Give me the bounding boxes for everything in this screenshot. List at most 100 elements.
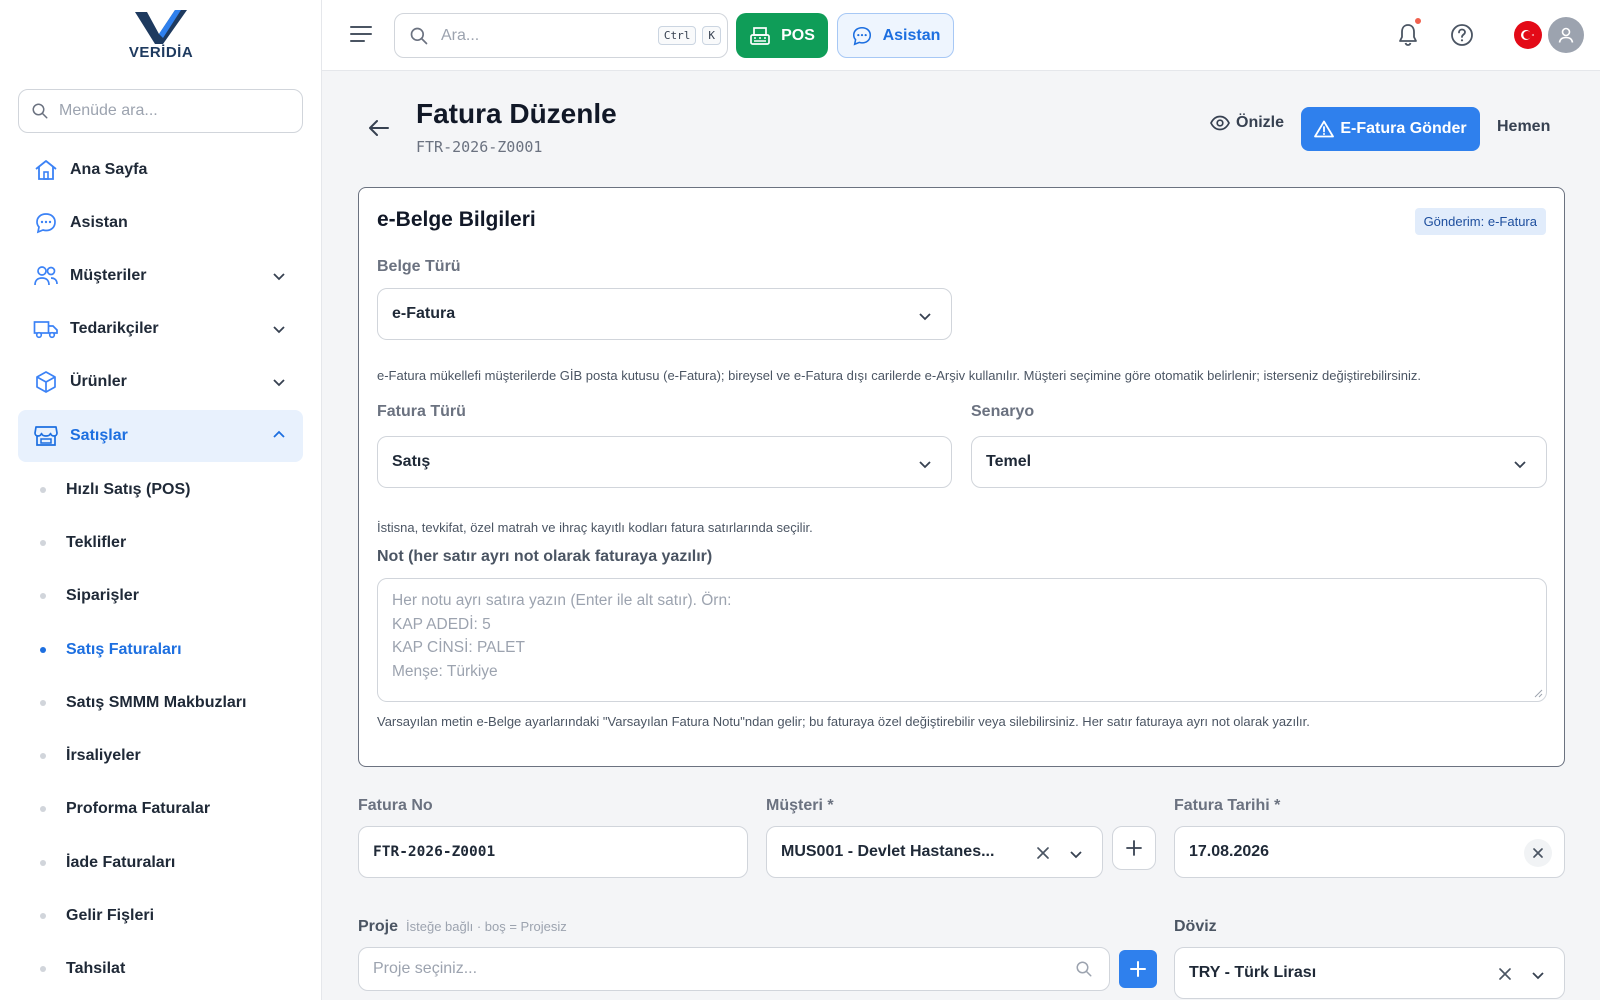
sidebar-subitem-orders[interactable]: Siparişler [40,576,303,616]
send-e-invoice-button[interactable]: E-Fatura Gönder [1301,107,1480,151]
preview-button-label: Önizle [1236,114,1285,131]
sidebar-item-suppliers[interactable]: Tedarikçiler [18,304,303,354]
chat-icon [32,211,60,235]
subitem-label: İade Faturaları [66,854,176,871]
scenario-label: Senaryo [971,403,1035,420]
notifications-button[interactable] [1393,16,1423,50]
page-title: Fatura Düzenle [416,98,617,129]
clear-date-button[interactable] [1524,839,1552,867]
topbar: Ara... Ctrl K POS Asistan [322,0,1600,71]
user-avatar[interactable] [1548,17,1584,53]
invoice-date-input[interactable]: 17.08.2026 [1174,826,1565,878]
note-placeholder-line: Her notu ayrı satıra yazın (Enter ile al… [392,592,732,609]
sidebar-subitem-smmm-receipts[interactable]: Satış SMMM Makbuzları [40,683,303,723]
chevron-down-icon [1070,851,1082,859]
sidebar-subitem-quotes[interactable]: Teklifler [40,523,303,563]
sidebar-subitem-income-slips[interactable]: Gelir Fişleri [40,896,303,936]
note-placeholder-line: Menşe: Türkiye [392,662,498,680]
add-project-button[interactable] [1119,950,1157,988]
assistant-button[interactable]: Asistan [837,13,954,58]
pos-button-label: POS [781,26,815,44]
note-help: Varsayılan metin e-Belge ayarlarındaki "… [377,714,1310,729]
invoice-no-input[interactable]: FTR-2026-Z0001 [358,826,748,878]
global-search-input[interactable]: Ara... Ctrl K [394,13,728,58]
invoice-no-label: Fatura No [358,797,433,814]
subitem-label: Satış Faturaları [66,641,182,658]
warning-icon [1314,120,1335,138]
bullet-dot [40,487,46,493]
sidebar-item-sales[interactable]: Satışlar [18,410,303,462]
subitem-label: Teklifler [66,534,127,551]
clear-icon [1533,848,1543,858]
sidebar-subitem-return-invoices[interactable]: İade Faturaları [40,843,303,883]
project-select[interactable]: Proje seçiniz... [358,947,1110,991]
pos-button[interactable]: POS [736,13,828,58]
sidebar-item-label: Asistan [70,214,128,231]
bullet-dot [40,753,46,759]
customer-label: Müşteri * [766,797,834,814]
customer-select[interactable]: MUS001 - Devlet Hastanes... [766,826,1103,878]
sidebar-item-customers[interactable]: Müşteriler [18,251,303,301]
subitem-label: Satış SMMM Makbuzları [66,694,247,711]
clear-icon[interactable] [1036,846,1050,860]
project-placeholder: Proje seçiniz... [373,960,478,977]
scenario-select[interactable]: Temel [971,436,1547,488]
sidebar-subitem-collection[interactable]: Tahsilat [40,949,303,989]
turkey-flag-icon [1521,30,1534,40]
chevron-down-icon [273,326,285,334]
note-placeholder-line: KAP ADEDİ: 5 [392,615,491,633]
add-customer-button[interactable] [1112,826,1156,870]
home-icon [32,158,60,182]
help-button[interactable] [1447,20,1477,50]
chevron-down-icon [273,379,285,387]
language-flag-button[interactable] [1514,21,1542,49]
chevron-down-icon [1514,461,1526,469]
note-placeholder-line: KAP CİNSİ: PALET [392,639,525,656]
sidebar-item-home[interactable]: Ana Sayfa [18,145,303,195]
invoice-no-value: FTR-2026-Z0001 [373,844,496,860]
back-button[interactable] [368,118,390,143]
now-button[interactable]: Hemen [1497,118,1550,136]
sidebar-search-input[interactable]: Menüde ara... [18,89,303,133]
currency-select[interactable]: TRY - Türk Lirası [1174,947,1565,999]
doc-type-select[interactable]: e-Fatura [377,288,952,340]
notification-dot [1413,16,1423,26]
resize-handle-icon[interactable] [1533,688,1543,698]
sidebar-item-products[interactable]: Ürünler [18,357,303,407]
logo-text: VERİDİA [128,44,194,61]
arrow-left-icon [369,120,389,136]
sidebar-subitem-sales-invoices[interactable]: Satış Faturaları [40,630,303,670]
invoice-date-value: 17.08.2026 [1189,843,1270,860]
invoice-type-value: Satış [392,453,431,470]
subitem-label: Tahsilat [66,960,126,977]
users-icon [32,264,60,288]
currency-value: TRY - Türk Lirası [1189,964,1317,981]
search-icon [1076,961,1092,977]
store-icon [32,424,60,448]
delivery-badge: Gönderim: e-Fatura [1414,208,1546,235]
bullet-dot [40,860,46,866]
menu-toggle-button[interactable] [350,24,372,49]
logo-mark-icon [135,10,187,44]
invoice-type-select[interactable]: Satış [377,436,952,488]
sidebar-subitem-pos[interactable]: Hızlı Satış (POS) [40,470,303,510]
search-icon [410,27,428,44]
note-textarea[interactable]: Her notu ayrı satıra yazın (Enter ile al… [377,578,1547,702]
project-hint: İsteğe bağlı · boş = Projesiz [406,919,567,934]
bullet-dot [40,966,46,972]
sidebar-item-assistant[interactable]: Asistan [18,198,303,248]
clear-icon[interactable] [1498,967,1512,981]
ebelge-card-title: e-Belge Bilgileri [377,208,536,231]
sidebar-subitem-waybills[interactable]: İrsaliyeler [40,736,303,776]
preview-button[interactable]: Önizle [1210,114,1284,132]
menu-icon [350,26,372,42]
project-label: Proje [358,918,399,935]
document-number: FTR-2026-Z0001 [416,138,543,156]
subitem-label: Hızlı Satış (POS) [66,481,191,498]
global-search-placeholder: Ara... [441,26,480,44]
send-e-invoice-label: E-Fatura Gönder [1340,120,1467,137]
brand-logo[interactable]: VERİDİA [118,8,204,66]
sidebar-subitem-proforma[interactable]: Proforma Faturalar [40,789,303,829]
bullet-dot [40,806,46,812]
chat-icon [852,26,871,46]
